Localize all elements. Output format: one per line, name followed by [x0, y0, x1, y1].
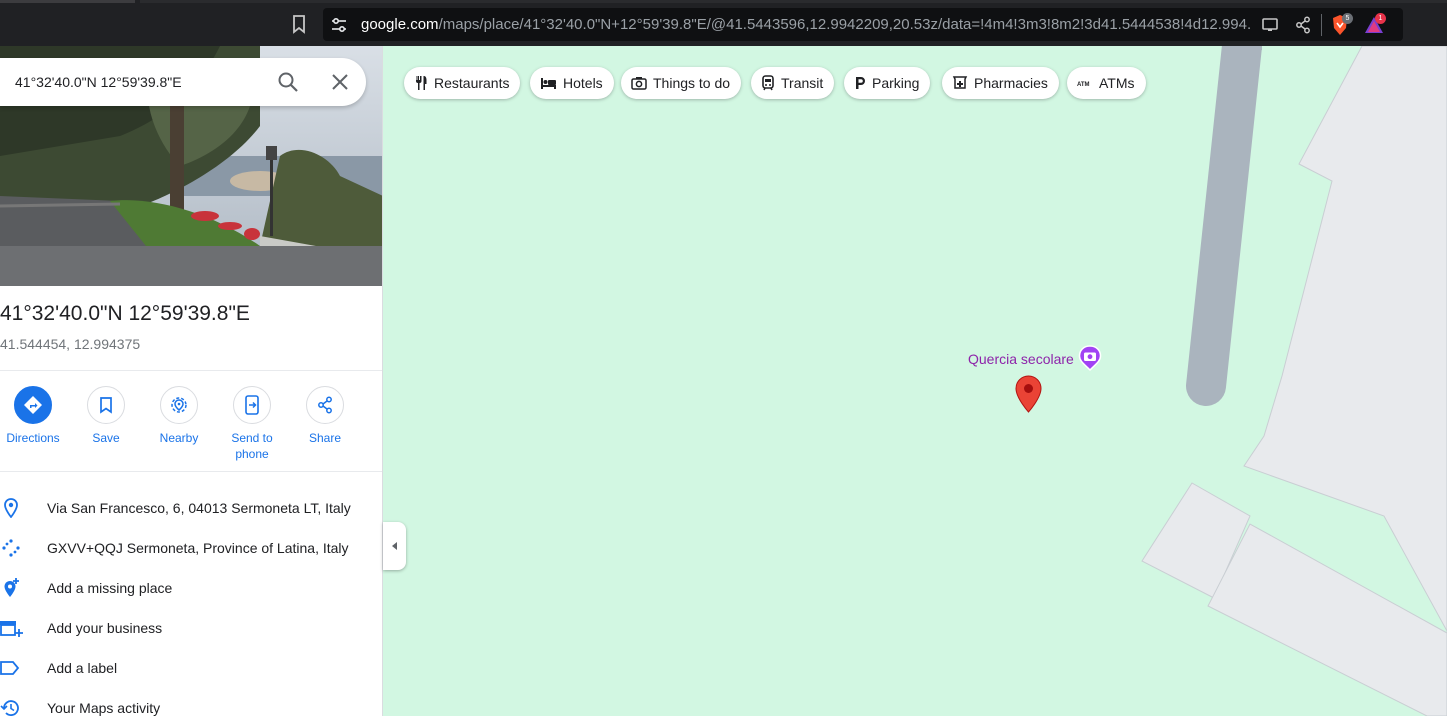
- cast-icon[interactable]: [1261, 17, 1279, 33]
- url-text[interactable]: google.com/maps/place/41°32'40.0"N+12°59…: [361, 16, 1251, 33]
- plus-code-icon: [0, 538, 24, 558]
- bookmark-icon: [100, 397, 112, 414]
- divider: [0, 471, 382, 472]
- parking-icon: [856, 77, 865, 89]
- brave-rewards-badge: 1: [1375, 13, 1386, 24]
- chevron-left-icon: [392, 542, 397, 550]
- chip-pharmacies[interactable]: Pharmacies: [942, 67, 1059, 99]
- restaurant-icon: [416, 76, 427, 90]
- plus-code-row[interactable]: GXVV+QQJ Sermoneta, Province of Latina, …: [0, 528, 382, 568]
- chip-label: Parking: [872, 75, 920, 91]
- chip-label: Restaurants: [434, 75, 510, 91]
- transit-icon: [762, 75, 774, 91]
- url-host: google.com: [361, 16, 439, 33]
- chip-transit[interactable]: Transit: [751, 67, 835, 99]
- send-to-phone-button[interactable]: Send to phone: [217, 386, 287, 462]
- label-icon: [0, 658, 24, 678]
- maps-activity-row[interactable]: Your Maps activity: [0, 688, 382, 716]
- hotel-icon: [541, 78, 556, 89]
- place-coordinates: 41.544454, 12.994375: [0, 336, 141, 352]
- site-info-icon[interactable]: [330, 16, 348, 34]
- plus-code-text: GXVV+QQJ Sermoneta, Province of Latina, …: [47, 540, 349, 556]
- send-to-phone-label: Send to phone: [231, 431, 273, 461]
- save-button[interactable]: Save: [71, 386, 141, 446]
- chip-label: Pharmacies: [974, 75, 1048, 91]
- chip-restaurants[interactable]: Restaurants: [404, 67, 521, 99]
- chip-label: Hotels: [563, 75, 603, 91]
- share-label: Share: [308, 431, 342, 445]
- chip-things-to-do[interactable]: Things to do: [621, 67, 742, 99]
- add-place-icon: [0, 578, 24, 598]
- search-box[interactable]: 41°32'40.0"N 12°59'39.8"E: [0, 58, 366, 106]
- directions-icon: [24, 396, 42, 414]
- svg-text:ATM: ATM: [1077, 82, 1090, 88]
- chip-label: Transit: [781, 75, 824, 91]
- bookmark-icon[interactable]: [290, 14, 308, 34]
- nearby-button[interactable]: Nearby: [144, 386, 214, 446]
- close-icon[interactable]: [328, 70, 352, 94]
- collapse-panel-button[interactable]: [383, 522, 406, 570]
- address-text: Via San Francesco, 6, 04013 Sermoneta LT…: [47, 500, 351, 516]
- search-icon[interactable]: [276, 70, 300, 94]
- map-canvas[interactable]: [384, 46, 1447, 716]
- action-bar: Directions Save Nearby Send to phone Sha…: [0, 386, 382, 466]
- add-missing-place-text: Add a missing place: [47, 580, 173, 596]
- share-icon[interactable]: [1295, 16, 1311, 34]
- history-icon: [0, 698, 24, 716]
- chip-hotels[interactable]: Hotels: [530, 67, 614, 99]
- tab-strip: [140, 0, 1447, 3]
- poi-label[interactable]: Quercia secolare: [968, 351, 1074, 367]
- save-label: Save: [92, 431, 120, 445]
- active-tab-strip[interactable]: [0, 0, 135, 3]
- directions-label: Directions: [6, 431, 60, 445]
- atm-icon: ATM: [1077, 82, 1090, 88]
- nearby-label: Nearby: [159, 431, 199, 445]
- nearby-icon: [171, 397, 187, 413]
- share-button[interactable]: Share: [290, 386, 360, 446]
- chip-atms[interactable]: ATM ATMs: [1067, 67, 1146, 99]
- add-business-text: Add your business: [47, 620, 163, 636]
- chip-label: ATMs: [1099, 75, 1135, 91]
- chip-label: Things to do: [653, 75, 731, 91]
- place-title: 41°32'40.0"N 12°59'39.8"E: [0, 302, 250, 325]
- add-label-row[interactable]: Add a label: [0, 648, 382, 688]
- brave-shields-badge: 5: [1342, 13, 1353, 24]
- add-label-text: Add a label: [47, 660, 118, 676]
- location-pin-marker[interactable]: [1015, 375, 1042, 413]
- maps-activity-text: Your Maps activity: [47, 700, 161, 716]
- chip-parking[interactable]: Parking: [844, 67, 931, 99]
- toolbar-separator: [1321, 14, 1322, 36]
- camera-icon: [631, 77, 647, 90]
- address-row[interactable]: Via San Francesco, 6, 04013 Sermoneta LT…: [0, 488, 382, 528]
- add-missing-place-row[interactable]: Add a missing place: [0, 568, 382, 608]
- add-business-icon: [0, 618, 24, 638]
- divider: [0, 370, 382, 371]
- camera-poi-icon[interactable]: [1078, 345, 1102, 372]
- location-pin-icon: [0, 498, 24, 519]
- search-input[interactable]: 41°32'40.0"N 12°59'39.8"E: [15, 74, 182, 90]
- send-to-phone-icon: [245, 395, 259, 415]
- place-panel: 41°32'40.0"N 12°59'39.8"E 41°32'40.0"N 1…: [0, 46, 383, 716]
- add-business-row[interactable]: Add your business: [0, 608, 382, 648]
- share-icon: [318, 396, 332, 414]
- directions-button[interactable]: Directions: [0, 386, 68, 446]
- pharmacy-icon: [952, 76, 968, 89]
- url-path: /maps/place/41°32'40.0"N+12°59'39.8"E/@4…: [438, 16, 1251, 33]
